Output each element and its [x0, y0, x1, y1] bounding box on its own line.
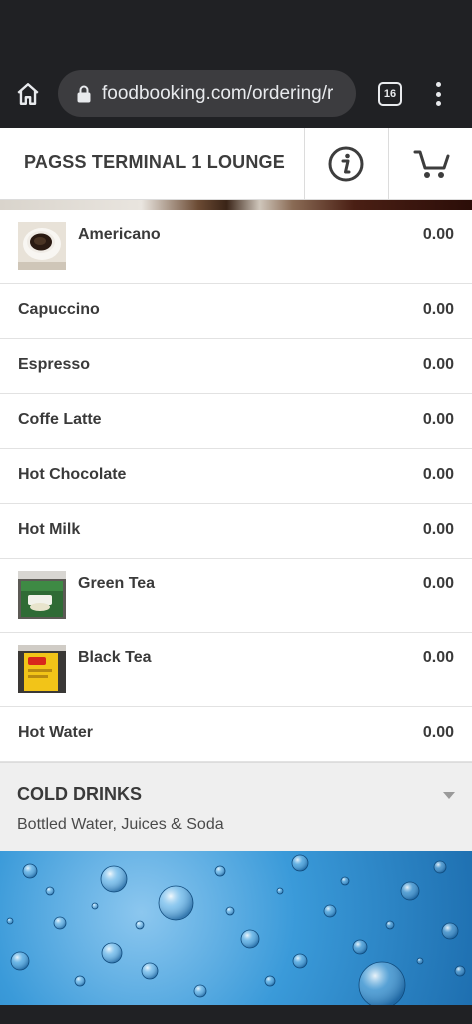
venue-title: PAGSS TERMINAL 1 LOUNGE [24, 152, 285, 172]
caret-down-icon[interactable] [442, 790, 456, 800]
menu-dot [435, 82, 441, 87]
item-name: Capuccino [18, 301, 100, 318]
black-tea-thumbnail [18, 645, 66, 693]
item-price: 0.00 [422, 466, 454, 483]
app-header: PAGSS TERMINAL 1 LOUNGE [0, 128, 472, 200]
url-text: foodbooking.com/ordering/r [102, 82, 334, 104]
item-name: Espresso [18, 356, 91, 373]
menu-item[interactable]: Hot Water 0.00 [0, 707, 472, 762]
menu-dot [435, 91, 441, 97]
menu-item[interactable]: Hot Milk 0.00 [0, 504, 472, 559]
menu-item[interactable]: Green Tea 0.00 [0, 559, 472, 633]
browser-menu-button[interactable] [426, 80, 450, 108]
item-price: 0.00 [422, 226, 454, 243]
menu-item-list: Americano 0.00 Capuccino 0.00 Espresso 0… [0, 210, 472, 762]
americano-thumbnail [18, 222, 66, 270]
address-bar[interactable]: foodbooking.com/ordering/r [58, 70, 356, 117]
menu-item[interactable]: Black Tea 0.00 [0, 633, 472, 707]
category-banner-image [0, 851, 472, 1005]
home-button[interactable] [12, 78, 44, 110]
menu-item[interactable]: Hot Chocolate 0.00 [0, 449, 472, 504]
tab-count: 16 [383, 88, 397, 100]
menu-dot [435, 101, 441, 106]
menu-item[interactable]: Espresso 0.00 [0, 339, 472, 394]
green-tea-thumbnail [18, 571, 66, 619]
info-icon [328, 146, 364, 182]
item-price: 0.00 [422, 301, 454, 318]
item-price: 0.00 [422, 649, 454, 666]
item-name: Coffe Latte [18, 411, 102, 428]
item-price: 0.00 [422, 724, 454, 741]
category-banner-image [0, 200, 472, 210]
item-name: Black Tea [78, 649, 152, 666]
item-price: 0.00 [422, 411, 454, 428]
item-price: 0.00 [422, 521, 454, 538]
tab-switcher-button[interactable]: 16 [378, 82, 402, 106]
menu-item[interactable]: Capuccino 0.00 [0, 284, 472, 339]
status-bar [0, 0, 472, 60]
menu-item[interactable]: Coffe Latte 0.00 [0, 394, 472, 449]
system-navigation-bar [0, 1005, 472, 1024]
category-title: COLD DRINKS [17, 784, 142, 804]
item-name: Hot Water [18, 724, 93, 741]
category-header-cold-drinks[interactable]: COLD DRINKS Bottled Water, Juices & Soda [0, 762, 472, 851]
item-price: 0.00 [422, 575, 454, 592]
menu-item[interactable]: Americano 0.00 [0, 210, 472, 284]
item-name: Americano [78, 226, 161, 243]
home-icon [17, 83, 39, 105]
item-name: Hot Chocolate [18, 466, 127, 483]
item-name: Green Tea [78, 575, 156, 592]
cart-icon [413, 150, 450, 178]
cart-button[interactable] [410, 142, 454, 186]
info-button[interactable] [326, 144, 366, 184]
category-subtitle: Bottled Water, Juices & Soda [17, 816, 224, 833]
lock-icon [74, 84, 94, 104]
item-price: 0.00 [422, 356, 454, 373]
header-divider [388, 128, 389, 200]
browser-toolbar: foodbooking.com/ordering/r 16 [0, 60, 472, 128]
header-divider [304, 128, 305, 200]
item-name: Hot Milk [18, 521, 81, 538]
